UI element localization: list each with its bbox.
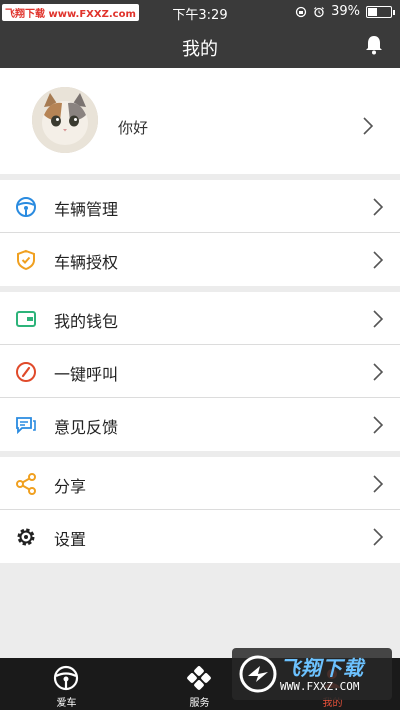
alarm-icon [314, 6, 325, 17]
chevron-right-icon [373, 310, 384, 328]
share-icon [16, 473, 36, 495]
menu-item-vehicle-management[interactable]: 车辆管理 [0, 180, 400, 233]
menu-label: 我的钱包 [54, 312, 119, 331]
chevron-right-icon [373, 363, 384, 381]
menu-item-vehicle-authorization[interactable]: 车辆授权 [0, 233, 400, 286]
menu-item-one-key-call[interactable]: 一键呼叫 [0, 345, 400, 398]
watermark-url: WWW.FXXZ.COM [280, 680, 360, 693]
chevron-right-icon [373, 528, 384, 546]
rotation-lock-icon [295, 6, 307, 17]
shield-check-icon [17, 249, 35, 271]
battery-level [368, 7, 377, 16]
watermark-logo: 飞翔下载 WWW.FXXZ.COM [232, 648, 392, 700]
chevron-right-icon [373, 475, 384, 493]
menu-label: 分享 [54, 477, 87, 496]
battery-icon [366, 5, 395, 18]
menu-group-other: 分享 设置 [0, 457, 400, 563]
chevron-right-icon [363, 117, 374, 135]
feedback-icon [16, 417, 36, 435]
watermark-title: 飞翔下载 [280, 656, 364, 680]
clover-icon [187, 666, 211, 690]
menu-item-wallet[interactable]: 我的钱包 [0, 292, 400, 345]
bell-icon[interactable] [362, 33, 386, 57]
gear-icon [17, 528, 35, 546]
steering-wheel-icon [53, 665, 79, 691]
cat-avatar-image [32, 87, 98, 153]
menu-label: 车辆授权 [54, 253, 119, 272]
menu-item-feedback[interactable]: 意见反馈 [0, 398, 400, 451]
tab-car[interactable]: 爱车 [0, 658, 133, 710]
watermark-logo-icon [239, 655, 277, 693]
wallet-icon [16, 311, 36, 327]
nav-bar: 我的 [0, 24, 400, 68]
menu-label: 车辆管理 [54, 200, 119, 219]
status-right: 39% [295, 4, 395, 19]
chevron-right-icon [373, 198, 384, 216]
status-bar: 飞翔下载 www.FXXZ.com 下午3:29 39% [0, 0, 400, 24]
chevron-right-icon [373, 416, 384, 434]
menu-label: 设置 [54, 530, 87, 549]
tab-label: 爱车 [56, 698, 77, 709]
profile-name: 你好 [118, 119, 149, 137]
menu-label: 一键呼叫 [54, 365, 119, 384]
phone-icon [16, 362, 36, 382]
menu-group-vehicle: 车辆管理 车辆授权 [0, 180, 400, 286]
menu-group-account: 我的钱包 一键呼叫 意见反馈 [0, 292, 400, 451]
avatar[interactable] [32, 87, 98, 153]
battery-percent: 39% [331, 4, 360, 19]
menu-item-settings[interactable]: 设置 [0, 510, 400, 563]
menu-label: 意见反馈 [54, 418, 119, 437]
page-title: 我的 [182, 39, 218, 60]
profile-card[interactable]: 你好 [0, 68, 400, 174]
steering-wheel-icon [16, 197, 36, 217]
chevron-right-icon [373, 251, 384, 269]
menu-item-share[interactable]: 分享 [0, 457, 400, 510]
